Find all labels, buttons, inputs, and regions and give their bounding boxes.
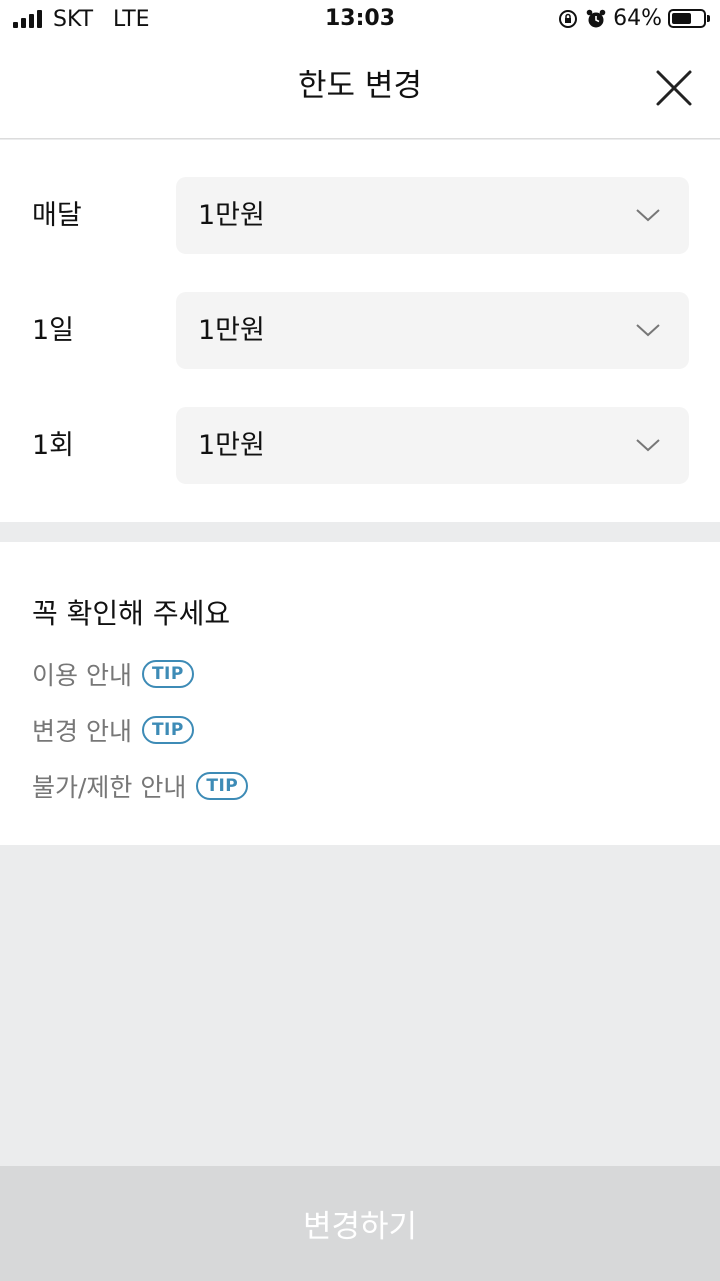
notice-item-usage-guide[interactable]: 이용 안내 TIP: [32, 656, 194, 692]
chevron-down-icon: [636, 209, 660, 222]
limit-row-per-transaction: 1회 1만원: [0, 407, 720, 485]
notice-item-change-guide[interactable]: 변경 안내 TIP: [32, 712, 194, 748]
notice-title: 꼭 확인해 주세요: [32, 597, 231, 630]
notice-item-label: 변경 안내: [32, 717, 132, 746]
select-value: 1만원: [198, 200, 265, 231]
notice-item-label: 불가/제한 안내: [32, 773, 187, 802]
status-right: 64%: [557, 6, 710, 31]
limit-label-monthly: 매달: [32, 200, 82, 231]
monthly-limit-select[interactable]: 1만원: [176, 177, 689, 254]
submit-button[interactable]: 변경하기: [0, 1166, 720, 1281]
page-title: 한도 변경: [298, 68, 422, 104]
chevron-down-icon: [636, 439, 660, 452]
limit-label-daily: 1일: [32, 315, 75, 346]
limit-label-per-transaction: 1회: [32, 430, 75, 461]
alarm-icon: [586, 9, 606, 27]
tip-badge[interactable]: TIP: [141, 660, 194, 688]
header: 한도 변경: [0, 40, 720, 139]
status-bar: SKT LTE 13:03 64%: [0, 0, 720, 40]
notice-item-label: 이용 안내: [32, 661, 132, 690]
chevron-down-icon: [636, 324, 660, 337]
limit-row-daily: 1일 1만원: [0, 292, 720, 370]
select-value: 1만원: [198, 315, 265, 346]
screen: SKT LTE 13:03 64% 한도 변경 매달 1만원 1일 1만원 1회…: [0, 0, 720, 1281]
limit-form: 매달 1만원 1일 1만원 1회 1만원: [0, 140, 720, 522]
per-transaction-limit-select[interactable]: 1만원: [176, 407, 689, 484]
battery-icon: [668, 9, 710, 28]
tip-badge[interactable]: TIP: [141, 716, 194, 744]
rotation-lock-icon: [559, 9, 578, 28]
notice-section: 꼭 확인해 주세요 이용 안내 TIP 변경 안내 TIP 불가/제한 안내 T…: [0, 542, 720, 845]
notice-item-restriction-guide[interactable]: 불가/제한 안내 TIP: [32, 768, 249, 804]
tip-badge[interactable]: TIP: [196, 772, 249, 800]
daily-limit-select[interactable]: 1만원: [176, 292, 689, 369]
limit-row-monthly: 매달 1만원: [0, 177, 720, 255]
battery-percent: 64%: [613, 6, 662, 31]
close-icon[interactable]: [652, 66, 696, 110]
select-value: 1만원: [198, 430, 265, 461]
